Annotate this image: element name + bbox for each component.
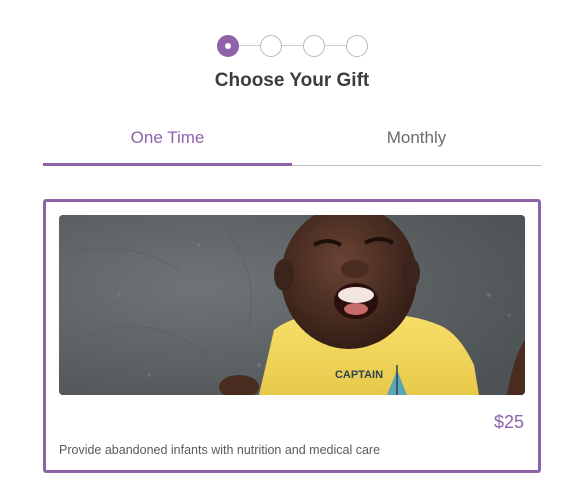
stepper-connector: [239, 45, 260, 46]
frequency-tabs: One Time Monthly: [43, 118, 541, 168]
step-2-indicator: [260, 35, 282, 57]
step-1-indicator: [217, 35, 239, 57]
progress-stepper: [217, 35, 368, 57]
stepper-connector: [325, 45, 346, 46]
gift-description: Provide abandoned infants with nutrition…: [59, 443, 381, 457]
step-current-dot: [225, 43, 231, 49]
gift-option-card[interactable]: CAPTAIN $25 Provide abandoned infants wi…: [43, 199, 541, 473]
active-tab-indicator: [43, 163, 292, 166]
stepper-connector: [282, 45, 303, 46]
shirt-print: CAPTAIN: [335, 369, 383, 381]
gift-selection-page: Choose Your Gift One Time Monthly CAPTAI…: [0, 0, 584, 487]
page-title: Choose Your Gift: [214, 70, 370, 91]
step-4-indicator: [346, 35, 368, 57]
tab-one-time[interactable]: One Time: [43, 118, 292, 166]
tab-monthly[interactable]: Monthly: [292, 118, 541, 166]
step-3-indicator: [303, 35, 325, 57]
laughing-baby-image: CAPTAIN: [59, 215, 525, 395]
gift-photo: CAPTAIN: [59, 215, 525, 395]
gift-amount: $25: [493, 412, 524, 432]
